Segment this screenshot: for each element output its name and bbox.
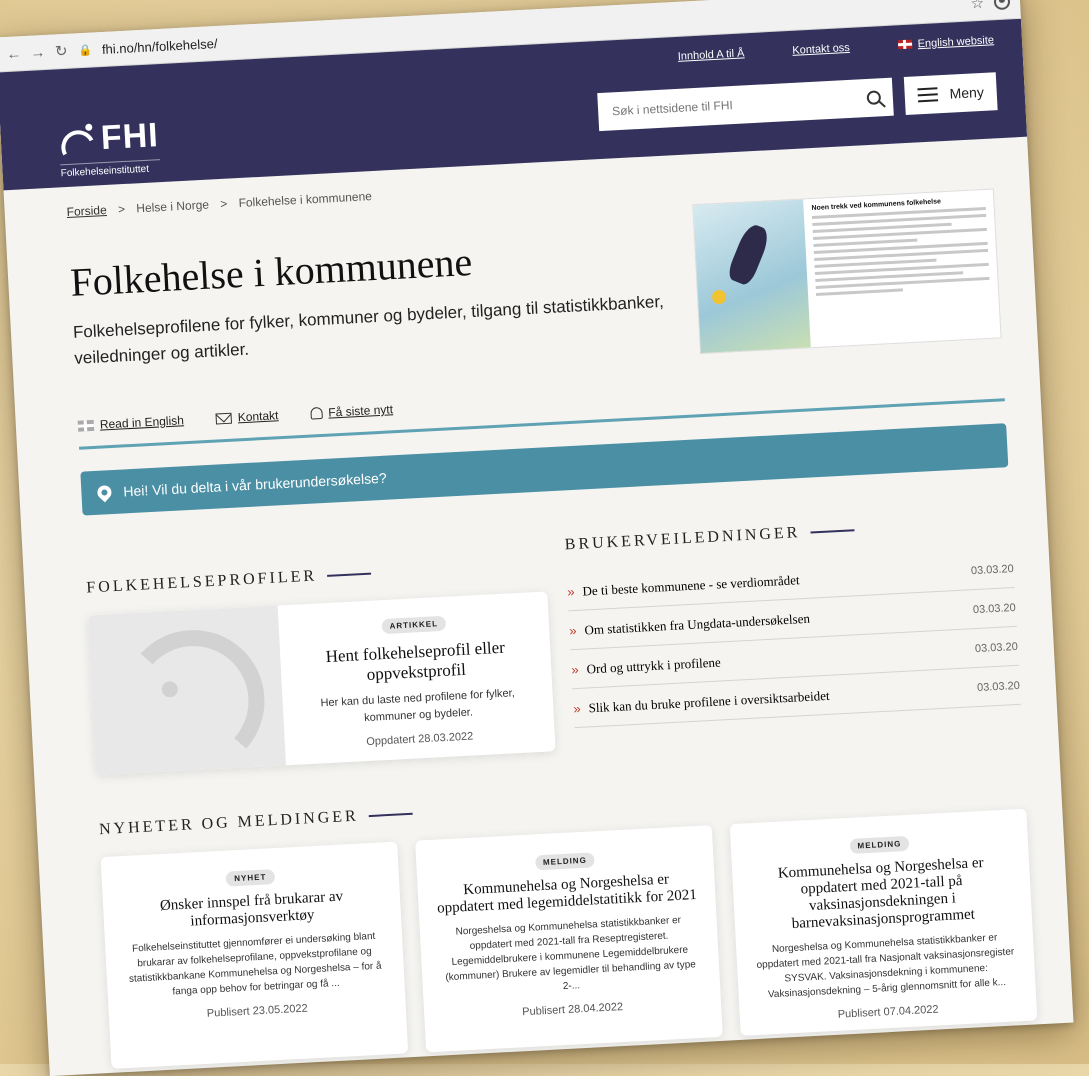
- jumping-figure-illustration: [693, 199, 811, 354]
- guide-item-label: Slik kan du bruke profilene i oversiktsa…: [588, 687, 830, 716]
- hero: Folkehelse i kommunene Folkehelseprofile…: [68, 188, 1002, 386]
- breadcrumb-forside[interactable]: Forside: [66, 203, 107, 219]
- guide-item-date: 03.03.20: [974, 640, 1019, 656]
- news-card[interactable]: MELDING Kommunehelsa og Norgeshelsa er o…: [729, 808, 1038, 1036]
- folkehelseprofiler-heading-text: FOLKEHELSEPROFILER: [85, 567, 318, 597]
- article-thumbnail: [87, 605, 286, 776]
- back-arrow-icon[interactable]: ←: [6, 45, 22, 63]
- guide-item-date: 03.03.20: [972, 601, 1017, 617]
- chevron-right-icon: »: [570, 661, 579, 678]
- forward-arrow-icon[interactable]: →: [30, 43, 46, 61]
- profiles-and-guides: FOLKEHELSEPROFILER ARTIKKEL Hent folkehe…: [85, 513, 1022, 776]
- breadcrumb-helse-i-norge[interactable]: Helse i Norge: [136, 198, 209, 216]
- news-card[interactable]: NYHET Ønsker innspel frå brukarar av inf…: [100, 841, 409, 1069]
- news-text: Norgeshelsa og Kommunehelsa statistikkba…: [445, 914, 697, 993]
- news-title[interactable]: Kommunehelsa og Norgeshelsa er oppdatert…: [435, 870, 697, 918]
- top-links: Innhold A til Å Kontakt oss English webs…: [678, 34, 995, 63]
- search-icon[interactable]: [866, 90, 882, 106]
- fhi-logo-mark-icon: [57, 123, 100, 169]
- english-website-link[interactable]: English website: [897, 34, 994, 51]
- search-input[interactable]: [609, 90, 868, 120]
- news-tag: NYHET: [225, 869, 275, 887]
- news-tag: MELDING: [849, 835, 910, 854]
- breadcrumb-separator: >: [219, 196, 228, 211]
- news-text: Norgeshelsa og Kommunehelsa statistikkba…: [756, 932, 1015, 1001]
- chevron-right-icon: »: [573, 700, 582, 717]
- read-in-english-label: Read in English: [99, 413, 185, 432]
- bookmark-star-icon[interactable]: ☆: [970, 0, 984, 12]
- hero-image: Noen trekk ved kommunens folkehelse: [692, 188, 1002, 355]
- read-in-english-link[interactable]: Read in English: [77, 413, 185, 433]
- kontakt-oss-link[interactable]: Kontakt oss: [792, 42, 850, 57]
- guide-item-date: 03.03.20: [976, 679, 1021, 695]
- address-bar[interactable]: fhi.no/hn/folkehelse/: [102, 35, 218, 56]
- news-date: Publisert 23.05.2022: [206, 1002, 309, 1020]
- lock-icon[interactable]: 🔒: [78, 43, 92, 57]
- guide-item-date: 03.03.20: [970, 562, 1015, 578]
- location-pin-icon: [94, 482, 115, 503]
- section-heading-brukerveiledninger: BRUKERVEILEDNINGER: [564, 513, 1011, 554]
- brukerveiledninger-heading-text: BRUKERVEILEDNINGER: [564, 524, 801, 554]
- guide-list: » De ti beste kommunene - se verdiområdet…: [566, 549, 1021, 729]
- english-website-label: English website: [917, 34, 995, 51]
- flag-icon: [77, 419, 95, 432]
- mail-icon: [215, 412, 233, 425]
- news-heading-text: NYHETER OG MELDINGER: [98, 807, 360, 839]
- news-text: Folkehelseinstituttet gjennomfører ei un…: [128, 930, 382, 998]
- breadcrumb-separator: >: [117, 202, 126, 217]
- article-date: Oppdatert 28.03.2022: [366, 730, 474, 749]
- news-card[interactable]: MELDING Kommunehelsa og Norgeshelsa er o…: [415, 825, 723, 1053]
- guide-item-label: Ord og uttrykk i profilene: [586, 654, 722, 677]
- logo-name: FHI: [99, 116, 160, 158]
- kontakt-link[interactable]: Kontakt: [215, 408, 279, 425]
- bell-icon: [310, 406, 323, 420]
- profile-article-card[interactable]: ARTIKKEL Hent folkehelseprofil eller opp…: [87, 591, 556, 776]
- news-title[interactable]: Kommunehelsa og Norgeshelsa er oppdatert…: [750, 854, 1014, 936]
- article-tag: ARTIKKEL: [381, 615, 447, 635]
- article-text: Her kan du laste ned profilene for fylke…: [320, 687, 516, 724]
- news-date: Publisert 07.04.2022: [837, 1003, 939, 1021]
- guide-item-label: De ti beste kommunene - se verdiområdet: [582, 572, 800, 599]
- section-heading-folkehelseprofiler: FOLKEHELSEPROFILER: [86, 555, 546, 597]
- news-title[interactable]: Ønsker innspel frå brukarar av informasj…: [121, 886, 383, 934]
- uk-flag-icon: [897, 39, 912, 50]
- fa-siste-nytt-link[interactable]: Få siste nytt: [310, 402, 393, 420]
- profile-icon[interactable]: [993, 0, 1011, 11]
- chevron-right-icon: »: [566, 584, 575, 600]
- kontakt-label: Kontakt: [237, 408, 279, 425]
- survey-text: Hei! Vil du delta i vår brukerundersøkel…: [123, 469, 388, 500]
- guide-item-label: Om statistikken fra Ungdata-undersøkelse…: [584, 610, 811, 638]
- fhi-logo[interactable]: FHI Folkehelseinstituttet: [57, 116, 161, 180]
- reload-icon[interactable]: ↻: [54, 42, 69, 61]
- news-date: Publisert 28.04.2022: [521, 1001, 624, 1019]
- browser-window: ← → ↻ 🔒 fhi.no/hn/folkehelse/ ☆ Innhold …: [0, 0, 1074, 1076]
- menu-label: Meny: [949, 83, 985, 102]
- chevron-right-icon: »: [568, 622, 577, 639]
- menu-button[interactable]: Meny: [903, 72, 998, 115]
- main-content: Forside > Helse i Norge > Folkehelse i k…: [4, 155, 1073, 1072]
- news-tag: MELDING: [534, 852, 596, 871]
- fa-siste-nytt-label: Få siste nytt: [327, 402, 394, 420]
- hamburger-icon: [917, 87, 938, 103]
- innhold-link[interactable]: Innhold A til Å: [678, 47, 745, 62]
- search-box: [597, 77, 894, 132]
- article-title[interactable]: Hent folkehelseprofil eller oppvekstprof…: [298, 636, 534, 688]
- breadcrumb-current: Folkehelse i kommunene: [238, 189, 373, 211]
- news-grid: NYHET Ønsker innspel frå brukarar av inf…: [100, 808, 1038, 1069]
